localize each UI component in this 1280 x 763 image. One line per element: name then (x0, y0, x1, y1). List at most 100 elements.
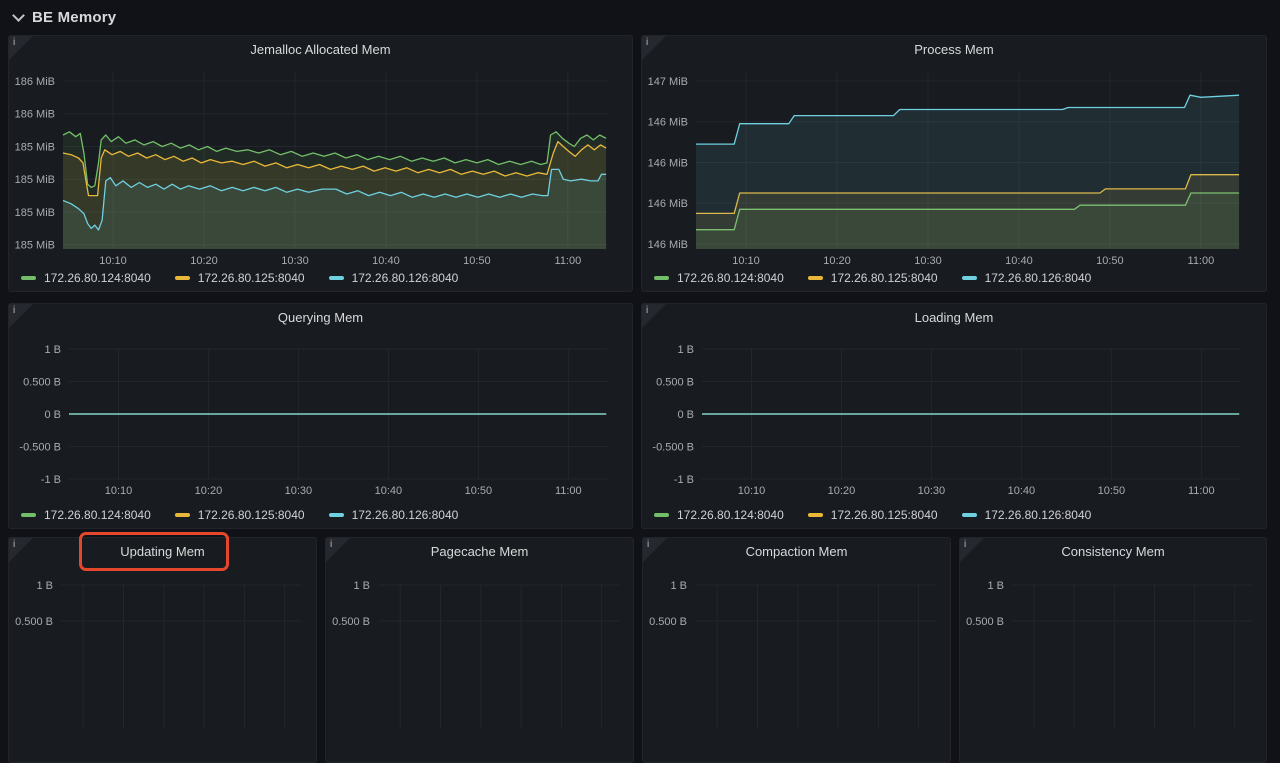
chart-canvas[interactable]: 1 B0.500 B (326, 566, 633, 749)
chart-canvas[interactable]: 186 MiB186 MiB185 MiB185 MiB185 MiB185 M… (9, 64, 632, 269)
chart-canvas[interactable]: 1 B0.500 B0 B-0.500 B-1 B10:1010:2010:30… (642, 332, 1266, 499)
legend-label: 172.26.80.126:8040 (352, 271, 459, 285)
legend-swatch (808, 276, 823, 280)
svg-text:0.500 B: 0.500 B (23, 377, 61, 389)
svg-text:10:20: 10:20 (190, 255, 218, 267)
chart-canvas[interactable]: 1 B0.500 B0 B-0.500 B-1 B10:1010:2010:30… (9, 332, 632, 499)
svg-text:1 B: 1 B (987, 580, 1004, 592)
chart-process-mem[interactable]: 147 MiB146 MiB146 MiB146 MiB146 MiB10:10… (642, 64, 1266, 269)
svg-text:10:30: 10:30 (918, 485, 946, 497)
legend-item[interactable]: 172.26.80.124:8040 (654, 271, 784, 285)
panel-title[interactable]: Loading Mem (642, 304, 1266, 332)
svg-text:185 MiB: 185 MiB (15, 240, 55, 252)
svg-text:146 MiB: 146 MiB (648, 198, 688, 210)
panel-info-icon[interactable]: i (326, 538, 350, 562)
svg-text:10:50: 10:50 (463, 255, 491, 267)
svg-text:1 B: 1 B (44, 344, 61, 356)
svg-text:0.500 B: 0.500 B (966, 616, 1004, 628)
legend: 172.26.80.124:8040 172.26.80.125:8040 172.… (21, 271, 458, 285)
panel-title[interactable]: Consistency Mem (960, 538, 1266, 566)
legend-swatch (962, 276, 977, 280)
panel-info-icon[interactable]: i (960, 538, 984, 562)
svg-text:1 B: 1 B (36, 580, 53, 592)
svg-text:10:40: 10:40 (1005, 255, 1033, 267)
svg-text:10:20: 10:20 (828, 485, 856, 497)
panel-title[interactable]: Jemalloc Allocated Mem (9, 36, 632, 64)
chart-canvas[interactable]: 1 B 0.500 B (960, 566, 1266, 749)
legend: 172.26.80.124:8040 172.26.80.125:8040 172.… (654, 271, 1091, 285)
svg-text:0.500 B: 0.500 B (332, 616, 370, 628)
panel-title[interactable]: Process Mem (642, 36, 1266, 64)
panel-info-icon[interactable]: i (642, 304, 666, 328)
legend-item[interactable]: 172.26.80.125:8040 (808, 271, 938, 285)
panel-title[interactable]: Updating Mem (9, 538, 316, 566)
chart-consistency-mem[interactable]: 1 B 0.500 B (960, 566, 1266, 749)
chart-updating-mem[interactable]: 1 B 0.500 B (9, 566, 316, 749)
svg-text:185 MiB: 185 MiB (15, 207, 55, 219)
svg-text:-1 B: -1 B (41, 474, 61, 486)
chart-jemalloc-allocated-mem[interactable]: 186 MiB186 MiB185 MiB185 MiB185 MiB185 M… (9, 64, 632, 269)
panel-info-icon[interactable]: i (9, 538, 33, 562)
legend-swatch (175, 276, 190, 280)
legend-item[interactable]: 172.26.80.124:8040 (654, 508, 784, 522)
svg-text:185 MiB: 185 MiB (15, 141, 55, 153)
legend-item[interactable]: 172.26.80.124:8040 (21, 271, 151, 285)
legend-swatch (654, 276, 669, 280)
panel-info-icon[interactable]: i (9, 36, 33, 60)
chart-loading-mem[interactable]: 1 B0.500 B0 B-0.500 B-1 B10:1010:2010:30… (642, 332, 1266, 499)
panel-consistency-mem: i Consistency Mem 1 B 0.500 B (959, 537, 1267, 763)
panel-updating-mem: i Updating Mem 1 B 0.500 B (8, 537, 317, 763)
svg-text:146 MiB: 146 MiB (648, 239, 688, 251)
legend-swatch (175, 513, 190, 517)
svg-text:146 MiB: 146 MiB (648, 117, 688, 129)
chart-canvas[interactable]: 1 B0.500 B (643, 566, 950, 749)
section-header-be-memory[interactable]: BE Memory (10, 4, 116, 30)
legend-item[interactable]: 172.26.80.126:8040 (329, 508, 459, 522)
legend: 172.26.80.124:8040 172.26.80.125:8040 172.… (654, 508, 1091, 522)
panel-process-mem: i Process Mem 147 MiB 146 MiB 146 MiB 146 M… (641, 35, 1267, 292)
legend-item[interactable]: 172.26.80.126:8040 (962, 271, 1092, 285)
chart-canvas[interactable]: 1 B 0.500 B (9, 566, 316, 749)
panel-compaction-mem: i Compaction Mem 1 B0.500 B (642, 537, 951, 763)
legend-item[interactable]: 172.26.80.125:8040 (808, 508, 938, 522)
chart-compaction-mem[interactable]: 1 B0.500 B (643, 566, 950, 749)
panel-pagecache-mem: i Pagecache Mem 1 B0.500 B (325, 537, 634, 763)
legend-item[interactable]: 172.26.80.126:8040 (962, 508, 1092, 522)
panel-title[interactable]: Compaction Mem (643, 538, 950, 566)
legend-item[interactable]: 172.26.80.126:8040 (329, 271, 459, 285)
panel-info-icon[interactable]: i (9, 304, 33, 328)
panel-info-icon[interactable]: i (643, 538, 667, 562)
section-title: BE Memory (32, 9, 116, 26)
legend-swatch (654, 513, 669, 517)
panel-loading-mem: i Loading Mem 1 B0.500 B0 B-0.500 B-1 B1… (641, 303, 1267, 529)
legend-swatch (21, 513, 36, 517)
svg-text:10:40: 10:40 (372, 255, 400, 267)
legend-label: 172.26.80.125:8040 (198, 508, 305, 522)
svg-text:11:00: 11:00 (1188, 255, 1215, 267)
svg-text:146 MiB: 146 MiB (648, 157, 688, 169)
panel-info-icon[interactable]: i (642, 36, 666, 60)
svg-text:0 B: 0 B (677, 409, 694, 421)
chart-pagecache-mem[interactable]: 1 B0.500 B (326, 566, 633, 749)
svg-text:10:50: 10:50 (465, 485, 493, 497)
legend-swatch (962, 513, 977, 517)
legend-item[interactable]: 172.26.80.125:8040 (175, 271, 305, 285)
svg-text:11:00: 11:00 (555, 485, 582, 497)
legend-item[interactable]: 172.26.80.125:8040 (175, 508, 305, 522)
svg-text:1 B: 1 B (677, 344, 694, 356)
svg-text:147 MiB: 147 MiB (648, 76, 688, 88)
chart-canvas[interactable]: 147 MiB146 MiB146 MiB146 MiB146 MiB10:10… (642, 64, 1266, 269)
panel-title[interactable]: Pagecache Mem (326, 538, 633, 566)
svg-text:0 B: 0 B (44, 409, 61, 421)
legend-label: 172.26.80.125:8040 (831, 271, 938, 285)
legend-swatch (808, 513, 823, 517)
panel-title[interactable]: Querying Mem (9, 304, 632, 332)
chart-querying-mem[interactable]: 1 B0.500 B0 B-0.500 B-1 B10:1010:2010:30… (9, 332, 632, 499)
svg-text:10:50: 10:50 (1096, 255, 1124, 267)
panel-jemalloc-allocated-mem: i Jemalloc Allocated Mem 186 MiB186 MiB1… (8, 35, 633, 292)
legend-label: 172.26.80.126:8040 (985, 508, 1092, 522)
svg-text:10:20: 10:20 (823, 255, 851, 267)
panel-querying-mem: i Querying Mem 1 B0.500 B0 B-0.500 B-1 B… (8, 303, 633, 529)
svg-text:0.500 B: 0.500 B (15, 616, 53, 628)
legend-item[interactable]: 172.26.80.124:8040 (21, 508, 151, 522)
